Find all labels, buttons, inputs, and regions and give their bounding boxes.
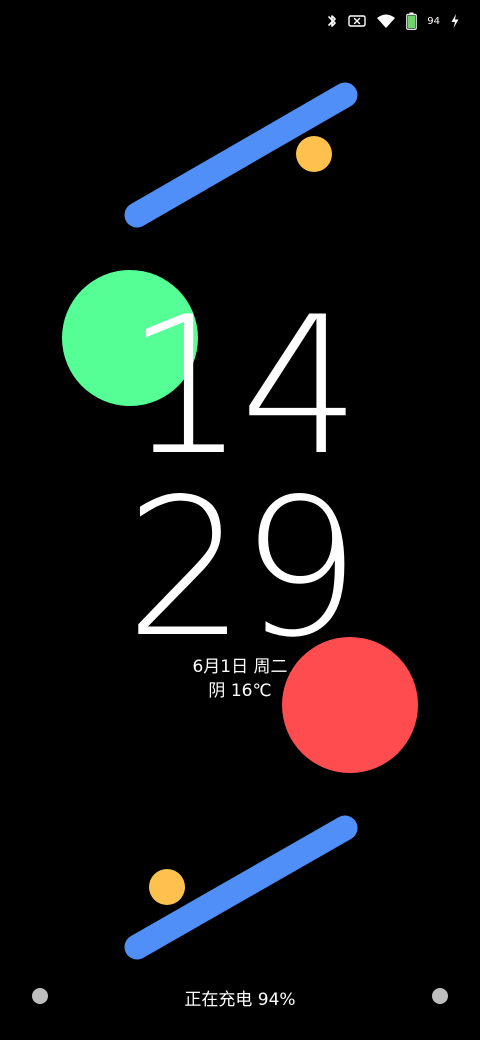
red-circle-decor <box>282 637 418 773</box>
decor-shapes-bottom <box>124 637 418 960</box>
charging-status-text: 正在充电 94% <box>184 990 296 1010</box>
right-shortcut-dot[interactable] <box>432 988 448 1004</box>
clock-hour: 14 <box>125 276 361 497</box>
yellow-dot-decor <box>296 136 332 172</box>
yellow-dot-decor-bottom <box>149 869 185 905</box>
